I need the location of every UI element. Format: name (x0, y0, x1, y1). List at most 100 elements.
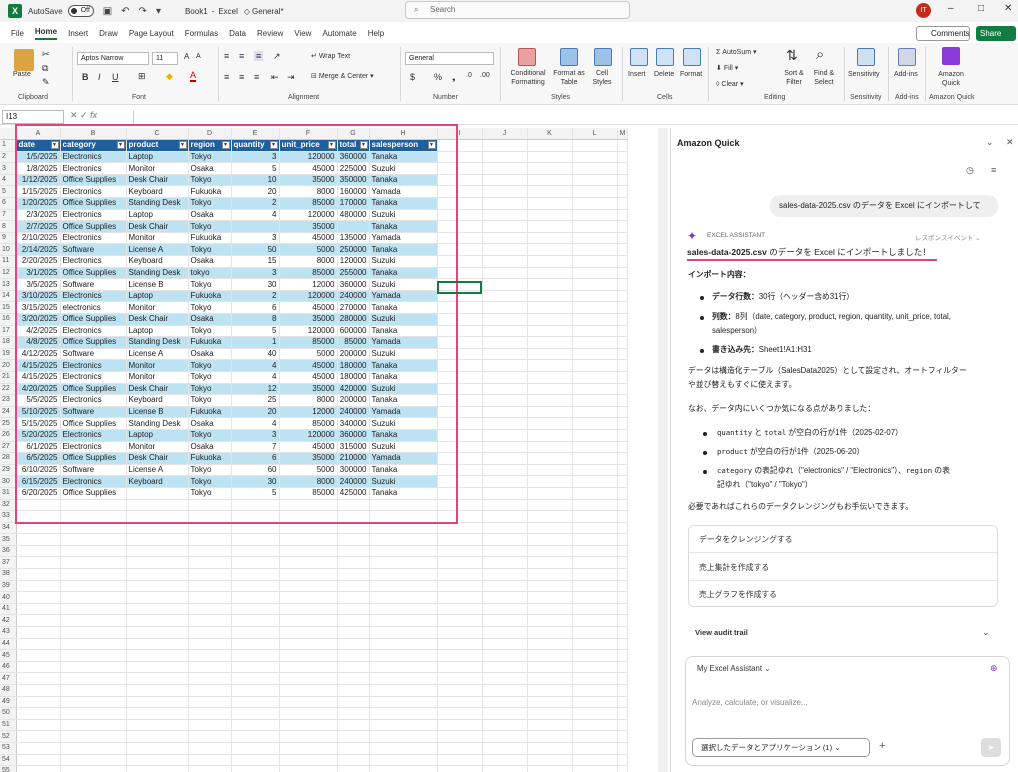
table-cell[interactable]: Standing Desk (126, 267, 189, 280)
table-cell[interactable]: 5000 (279, 464, 338, 477)
empty-cell[interactable] (482, 510, 528, 523)
empty-cell[interactable] (279, 661, 338, 674)
filter-dropdown-icon[interactable]: ▼ (269, 141, 278, 150)
table-cell[interactable]: 5 (231, 325, 280, 338)
table-cell[interactable]: 35000 (279, 452, 338, 465)
empty-cell[interactable] (482, 278, 528, 291)
empty-cell[interactable] (482, 568, 528, 581)
empty-cell[interactable] (527, 290, 573, 303)
empty-cell[interactable] (617, 626, 629, 639)
table-cell[interactable]: 420000 (337, 383, 370, 396)
empty-cell[interactable] (369, 707, 438, 720)
empty-cell[interactable] (437, 464, 483, 477)
number-format-select[interactable]: General (405, 52, 494, 65)
empty-cell[interactable] (437, 185, 483, 199)
empty-cell[interactable] (617, 742, 629, 755)
empty-cell[interactable] (369, 626, 438, 639)
table-cell[interactable]: 5000 (279, 243, 338, 257)
empty-cell[interactable] (572, 243, 618, 257)
empty-cell[interactable] (527, 278, 573, 291)
table-cell[interactable]: 5 (231, 487, 280, 500)
row-header[interactable]: 44 (0, 638, 17, 651)
empty-cell[interactable] (16, 614, 61, 628)
sort-filter-icon[interactable]: ⇅ (786, 47, 798, 64)
empty-cell[interactable] (572, 371, 618, 384)
row-header[interactable]: 3 (0, 162, 17, 175)
empty-cell[interactable] (617, 707, 629, 720)
empty-cell[interactable] (617, 499, 629, 512)
column-header[interactable]: E (231, 128, 280, 141)
percent-icon[interactable]: % (434, 72, 442, 82)
table-cell[interactable]: 4/2/2025 (16, 325, 61, 338)
sensitivity-icon[interactable] (857, 48, 875, 66)
empty-cell[interactable] (60, 556, 127, 570)
table-cell[interactable]: 30 (231, 475, 280, 488)
row-header[interactable]: 37 (0, 556, 17, 570)
empty-cell[interactable] (16, 580, 61, 593)
empty-cell[interactable] (60, 696, 127, 709)
empty-cell[interactable] (16, 707, 61, 720)
empty-cell[interactable] (527, 742, 573, 755)
empty-cell[interactable] (617, 522, 629, 535)
row-header[interactable]: 51 (0, 719, 17, 732)
empty-cell[interactable] (482, 371, 528, 384)
table-cell[interactable]: 8000 (279, 475, 338, 488)
empty-cell[interactable] (337, 719, 370, 732)
empty-cell[interactable] (482, 626, 528, 639)
empty-cell[interactable] (231, 754, 280, 767)
empty-cell[interactable] (437, 359, 483, 372)
table-cell[interactable]: Tanaka (369, 429, 438, 442)
table-cell[interactable]: 270000 (337, 301, 370, 314)
empty-cell[interactable] (482, 197, 528, 210)
empty-cell[interactable] (527, 197, 573, 210)
font-color-icon[interactable]: A (190, 71, 197, 82)
empty-cell[interactable] (572, 545, 618, 558)
table-cell[interactable]: 1/20/2025 (16, 197, 61, 210)
table-cell[interactable]: 120000 (279, 290, 338, 303)
table-cell[interactable]: 120000 (337, 255, 370, 268)
empty-cell[interactable] (482, 707, 528, 720)
empty-cell[interactable] (337, 754, 370, 767)
empty-cell[interactable] (572, 394, 618, 407)
empty-cell[interactable] (617, 765, 629, 772)
empty-cell[interactable] (572, 475, 618, 488)
empty-cell[interactable] (437, 614, 483, 628)
table-cell[interactable]: Electronics (60, 475, 127, 488)
empty-cell[interactable] (572, 510, 618, 523)
table-cell[interactable]: Tokyo (188, 429, 232, 442)
table-cell[interactable]: Tokyo (188, 151, 232, 164)
empty-cell[interactable] (437, 151, 483, 164)
empty-cell[interactable] (188, 533, 232, 546)
table-cell[interactable]: 1/12/2025 (16, 174, 61, 187)
empty-cell[interactable] (369, 638, 438, 651)
empty-cell[interactable] (617, 545, 629, 558)
empty-cell[interactable] (60, 499, 127, 512)
empty-cell[interactable] (231, 603, 280, 616)
cancel-entry-icon[interactable]: ✕ (70, 110, 80, 120)
empty-cell[interactable] (527, 545, 573, 558)
empty-cell[interactable] (437, 371, 483, 384)
empty-cell[interactable] (527, 580, 573, 593)
insert-cells-icon[interactable] (630, 48, 648, 66)
row-header[interactable]: 17 (0, 325, 17, 338)
empty-cell[interactable] (279, 638, 338, 651)
empty-cell[interactable] (572, 151, 618, 164)
column-header[interactable]: I (437, 128, 483, 141)
table-cell[interactable]: 200000 (337, 394, 370, 407)
empty-cell[interactable] (337, 614, 370, 628)
empty-cell[interactable] (60, 614, 127, 628)
column-header[interactable]: A (16, 128, 61, 141)
action-summary[interactable]: 売上集計を作成する (699, 562, 769, 573)
empty-cell[interactable] (188, 522, 232, 535)
empty-cell[interactable] (437, 441, 483, 454)
table-cell[interactable]: 5/5/2025 (16, 394, 61, 407)
row-header[interactable]: 36 (0, 545, 17, 558)
table-cell[interactable]: 200000 (337, 348, 370, 361)
empty-cell[interactable] (482, 174, 528, 187)
empty-cell[interactable] (482, 301, 528, 314)
empty-cell[interactable] (60, 626, 127, 639)
table-cell[interactable] (231, 220, 280, 233)
empty-cell[interactable] (527, 313, 573, 326)
row-header[interactable]: 47 (0, 672, 17, 685)
empty-cell[interactable] (337, 730, 370, 743)
